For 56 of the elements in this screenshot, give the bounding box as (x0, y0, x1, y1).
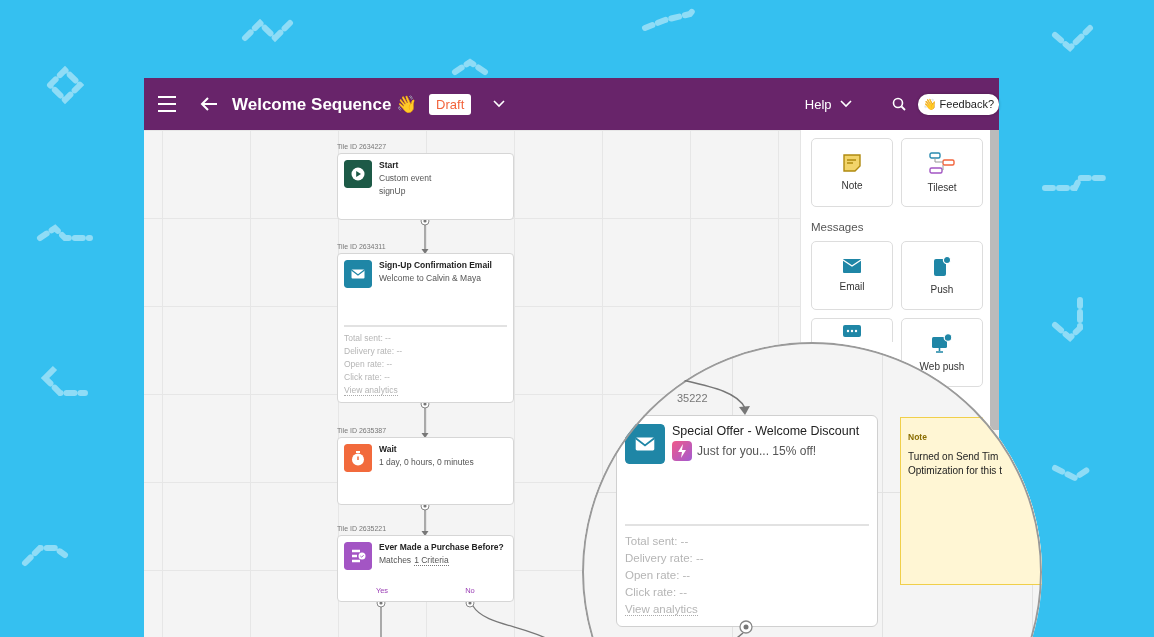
tile-detail: Welcome to Calvin & Maya (379, 273, 482, 283)
workflow-title: Welcome Sequence 👋 (232, 93, 418, 115)
tile-detail: signUp (379, 186, 407, 196)
play-icon (344, 160, 372, 188)
chat-bubble-icon (843, 325, 861, 339)
stat-text: Total sent: -- (344, 333, 392, 343)
note-icon (843, 154, 861, 172)
stat-text: Delivery rate: -- (344, 346, 404, 356)
component-tile[interactable]: Email (811, 241, 893, 310)
caret-icon (839, 100, 852, 108)
search-icon[interactable] (891, 97, 906, 111)
stopwatch-icon (344, 444, 372, 472)
split-check-icon (344, 542, 372, 570)
workflow-tile[interactable]: Start Custom event signUp (337, 153, 514, 220)
phone-notification-icon (933, 256, 951, 276)
criteria-link[interactable]: 1 Criteria (414, 555, 449, 566)
menu-icon[interactable] (158, 96, 176, 112)
component-tile[interactable]: Note (811, 138, 893, 207)
workflow-tile[interactable]: Special Offer - Welcome Discount Just for you... 15% off! Total sent: -- Delivery rate: -- Open rate: -- Click rate: -- View analytics (616, 415, 878, 627)
tile-title: Start (379, 160, 400, 170)
help-menu-button[interactable]: Help (804, 96, 852, 112)
feedback-button[interactable]: 👋 Feedback? (917, 93, 999, 115)
note-text: Turned on Send Tim (908, 450, 1000, 464)
component-tile[interactable]: Tileset (901, 138, 983, 207)
workflow-tile[interactable]: Sign-Up Confirmation Email Welcome to Calvin & Maya Total sent: -- Delivery rate: -- Open rate: -- Click rate: -- View analytics (337, 253, 514, 403)
status-badge: Draft (429, 93, 472, 115)
stat-text: Click rate: -- (625, 586, 688, 598)
tile-detail: Custom event (379, 173, 432, 183)
lightning-icon (672, 441, 692, 461)
envelope-icon (843, 259, 861, 273)
monitor-notification-icon (931, 333, 953, 353)
component-tile[interactable] (811, 318, 893, 342)
tile-title: Sign-Up Confirmation Email (379, 260, 492, 270)
tileset-icon (929, 152, 955, 174)
stat-text: Open rate: -- (344, 359, 394, 369)
envelope-icon (625, 424, 665, 464)
sticky-note[interactable]: Note Turned on Send Tim Optimization for this t (900, 417, 1042, 585)
workflow-tile[interactable]: Wait 1 day, 0 hours, 0 minutes (337, 437, 514, 505)
tile-id-label: 35222 (677, 392, 708, 404)
back-arrow-icon[interactable] (200, 97, 218, 111)
tile-title: Ever Made a Purchase Before? (379, 542, 504, 552)
stat-text: Delivery rate: -- (625, 552, 705, 564)
stat-text: Open rate: -- (625, 569, 692, 581)
tile-title: Special Offer - Welcome Discount (672, 424, 860, 438)
component-tile[interactable]: Push (901, 241, 983, 310)
tile-detail: Matches (379, 555, 412, 566)
tile-detail: 1 day, 0 hours, 0 minutes (379, 457, 474, 467)
caret-icon[interactable] (493, 100, 506, 108)
stat-text: Total sent: -- (625, 535, 690, 547)
note-text: Optimization for this t (908, 464, 1003, 478)
stat-text: Click rate: -- (344, 372, 391, 382)
tile-detail: Just for you... 15% off! (697, 444, 817, 458)
section-heading: Messages (811, 221, 865, 233)
envelope-icon (344, 260, 372, 288)
note-title: Note (908, 432, 928, 442)
tile-title: Wait (379, 444, 398, 454)
